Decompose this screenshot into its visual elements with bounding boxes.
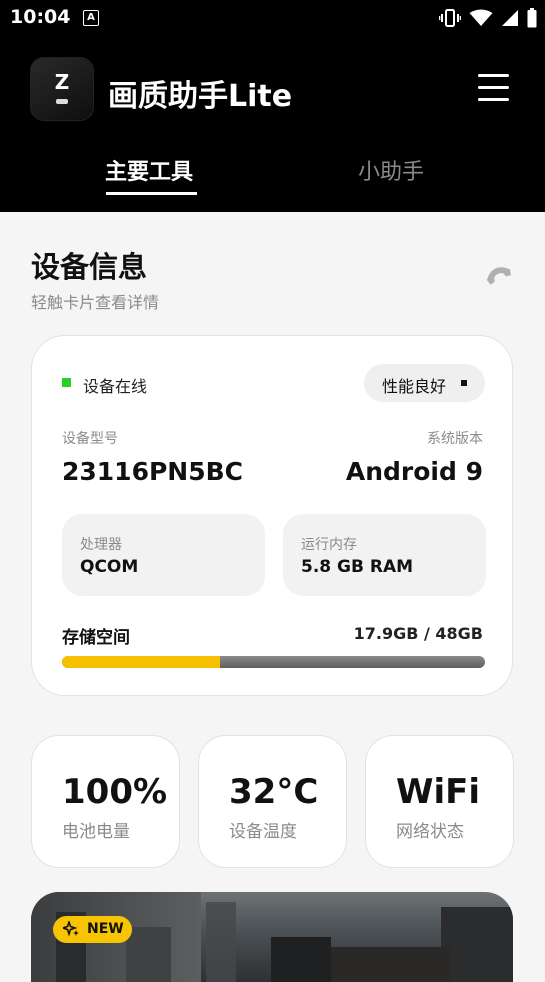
- cpu-label: 处理器: [80, 537, 122, 553]
- tab-main-tools[interactable]: 主要工具: [105, 154, 193, 186]
- temperature-label: 设备温度: [229, 822, 297, 842]
- system-label: 系统版本: [427, 431, 483, 447]
- menu-icon[interactable]: [478, 74, 509, 102]
- temperature-card[interactable]: 32°C 设备温度: [198, 735, 347, 868]
- app-logo-letter: Z: [54, 70, 70, 94]
- new-badge-label: NEW: [87, 921, 124, 937]
- storage-progress-bar: [62, 656, 485, 668]
- battery-icon: [527, 8, 537, 28]
- main-content: 设备信息 轻触卡片查看详情 设备在线 性能良好 设备型号 系统版本 23116P…: [0, 212, 545, 982]
- network-value: WiFi: [396, 772, 481, 812]
- tab-helper[interactable]: 小助手: [358, 154, 424, 186]
- wifi-icon: [469, 9, 493, 26]
- online-indicator: [62, 378, 71, 387]
- notification-icon: A: [83, 10, 99, 26]
- battery-card[interactable]: 100% 电池电量: [31, 735, 180, 868]
- sparkle-icon: [63, 921, 79, 937]
- ram-value: 5.8 GB RAM: [301, 557, 414, 577]
- cell-signal-icon: [502, 10, 518, 26]
- temperature-value: 32°C: [229, 772, 319, 812]
- battery-value: 100%: [62, 772, 168, 812]
- ram-label: 运行内存: [301, 537, 357, 553]
- new-badge: NEW: [53, 916, 132, 943]
- phone-icon[interactable]: [485, 262, 513, 290]
- section-subtitle: 轻触卡片查看详情: [31, 293, 160, 312]
- device-info-card[interactable]: 设备在线 性能良好 设备型号 系统版本 23116PN5BC Android 9…: [31, 335, 513, 696]
- app-title: 画质助手Lite: [108, 79, 293, 114]
- model-label: 设备型号: [62, 431, 118, 447]
- performance-badge: 性能良好: [364, 364, 485, 402]
- status-icons: [439, 8, 537, 28]
- app-header: Z 画质助手Lite 主要工具 小助手: [0, 36, 545, 212]
- model-value: 23116PN5BC: [62, 457, 244, 486]
- section-title: 设备信息: [31, 250, 148, 284]
- status-bar: 10:04 A: [0, 0, 545, 36]
- cpu-tile: 处理器 QCOM: [62, 514, 265, 596]
- device-status: 设备在线: [83, 377, 148, 396]
- network-label: 网络状态: [396, 822, 464, 842]
- active-tab-indicator: [106, 192, 197, 195]
- network-card[interactable]: WiFi 网络状态: [365, 735, 514, 868]
- vibrate-icon: [439, 9, 461, 27]
- cpu-value: QCOM: [80, 557, 139, 577]
- app-logo: Z: [30, 57, 94, 121]
- system-value: Android 9: [345, 457, 483, 486]
- status-time: 10:04: [10, 6, 71, 28]
- promo-banner[interactable]: NEW: [31, 892, 513, 982]
- battery-label: 电池电量: [62, 822, 130, 842]
- ram-tile: 运行内存 5.8 GB RAM: [283, 514, 486, 596]
- storage-progress-fill: [62, 656, 220, 668]
- storage-value: 17.9GB / 48GB: [353, 624, 483, 643]
- storage-label: 存储空间: [62, 628, 130, 648]
- performance-badge-label: 性能良好: [382, 377, 447, 396]
